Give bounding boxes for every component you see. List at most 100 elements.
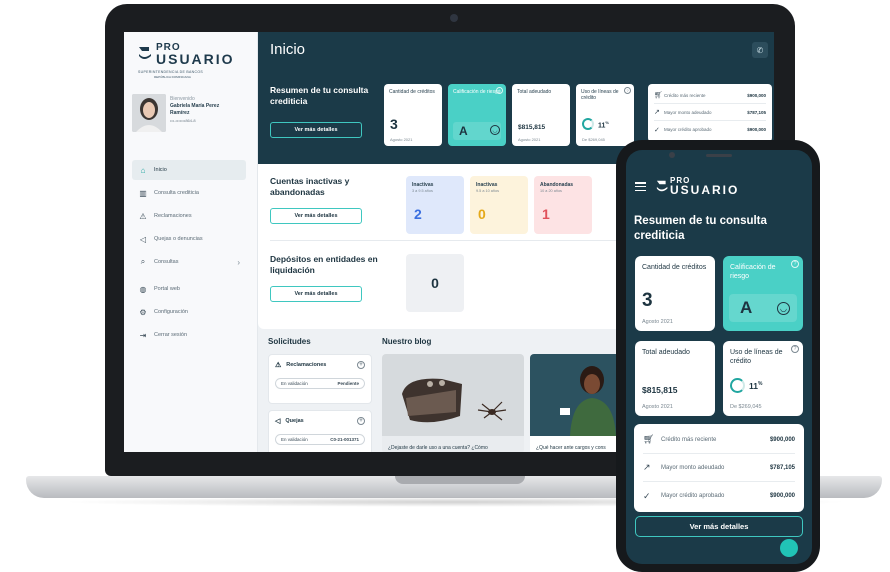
- help-icon[interactable]: ?: [791, 345, 799, 353]
- mobile-highlights-list: 🛒︎ Crédito más reciente $900,000 ↗ Mayor…: [634, 424, 804, 512]
- sidebar-item-configuracion[interactable]: ⚙ Configuración: [132, 302, 246, 322]
- sidebar-item-consultas[interactable]: ⌕ Consultas ›: [132, 252, 246, 272]
- logo-subtitle: SUPERINTENDENCIA DE BANCOS: [138, 70, 203, 74]
- debt-value: $815,815: [642, 385, 678, 395]
- logo-usuario-text: USUARIO: [670, 183, 740, 197]
- credits-value: 3: [642, 290, 653, 311]
- inactive-card-1[interactable]: Inactivas 3 a 9.5 años 2: [406, 176, 464, 234]
- sidebar-item-label: Consultas: [154, 259, 179, 265]
- requests-title: Solicitudes: [268, 337, 311, 346]
- megaphone-icon: ◁: [275, 418, 281, 425]
- sidebar-item-label: Consulta crediticia: [154, 190, 199, 196]
- request-status-pill: En validación C0-21-001371: [275, 434, 365, 445]
- search-icon: ⌕: [140, 257, 146, 266]
- sidebar-item-consulta-crediticia[interactable]: ▥ Consulta crediticia: [132, 183, 246, 203]
- help-icon[interactable]: ?: [496, 87, 503, 94]
- usage-ring-icon: [730, 378, 745, 393]
- mobile-summary-title: Resumen de tu consulta crediticia: [634, 215, 767, 242]
- laptop-notch: [395, 476, 525, 484]
- list-item[interactable]: ↗ Mayor monto adeudado $787,105: [654, 104, 766, 121]
- credits-card[interactable]: Cantidad de créditos 3 Agosto 2021: [384, 84, 442, 146]
- sidebar-item-reclamaciones[interactable]: ⚠ Reclamaciones: [132, 206, 246, 226]
- logo-subtitle-country: REPÚBLICA DOMINICANA: [154, 75, 191, 79]
- help-icon[interactable]: ?: [791, 260, 799, 268]
- phone-camera: [669, 152, 675, 158]
- add-icon[interactable]: +: [357, 361, 365, 369]
- credit-lines-label: Uso de líneas de crédito: [730, 349, 783, 365]
- abandoned-card[interactable]: Abandonadas 10 a 20 años 1: [534, 176, 592, 234]
- mobile-credit-lines-card[interactable]: ? Uso de líneas de crédito 11% De $269,0…: [723, 341, 803, 416]
- mobile-credits-card[interactable]: Cantidad de créditos 3 Agosto 2021: [635, 256, 715, 331]
- credit-lines-sub: De $269,045: [582, 137, 605, 142]
- smiley-icon: ◡: [777, 302, 790, 315]
- page-title: Inicio: [270, 41, 306, 58]
- sidebar-item-portal-web[interactable]: ◍ Portal web: [132, 279, 246, 299]
- sidebar-item-inicio[interactable]: ⌂ Inicio: [132, 160, 246, 180]
- avatar-photo: [132, 94, 166, 132]
- user-info: Bienvenido Gabriela María Perez Ramírez …: [170, 96, 219, 124]
- mobile-rating-card[interactable]: ? Calificación de riesgo A ◡: [723, 256, 803, 331]
- warning-icon: ⚠: [139, 211, 147, 221]
- request-card-quejas[interactable]: ◁ Quejas + En validación C0-21-001371: [268, 410, 372, 452]
- credit-lines-value: 11%: [598, 120, 609, 130]
- deposits-value[interactable]: 0: [406, 254, 464, 312]
- chevron-right-icon: ›: [237, 257, 240, 267]
- help-icon[interactable]: ?: [624, 87, 631, 94]
- smiley-icon: ◡: [490, 125, 500, 135]
- debt-date: Agosto 2021: [518, 137, 541, 142]
- user-name-line2: Ramírez: [170, 110, 190, 116]
- credits-label: Cantidad de créditos: [642, 264, 707, 271]
- blog-post-caption: ¿Qué hacer ante cargos y cons: [536, 445, 606, 451]
- credits-value: 3: [390, 116, 398, 132]
- sidebar-item-label: Cerrar sesión: [154, 332, 188, 338]
- rating-card[interactable]: ? Calificación de riesgo A ◡: [448, 84, 506, 146]
- debt-label: Total adeudado: [642, 349, 690, 356]
- credits-date: Agosto 2021: [642, 319, 673, 325]
- avatar[interactable]: [132, 94, 166, 132]
- credit-highlights-list: 🛒︎ Crédito más reciente $900,000 ↗ Mayor…: [648, 84, 772, 142]
- mobile-details-button[interactable]: Ver más detalles: [635, 516, 803, 537]
- bank-icon: ▥: [139, 188, 147, 198]
- hamburger-menu-icon[interactable]: [635, 182, 646, 191]
- credit-lines-value: 11%: [749, 381, 763, 391]
- blog-post-caption: ¿Dejaste de darle uso a una cuenta? ¿Cóm…: [388, 445, 488, 451]
- credit-lines-card[interactable]: ? Uso de líneas de crédito 11% De $269,0…: [576, 84, 634, 146]
- phone-icon[interactable]: ✆: [752, 42, 768, 58]
- debt-card[interactable]: Total adeudado $815,815 Agosto 2021: [512, 84, 570, 146]
- divider: [270, 240, 620, 241]
- user-cedula: •••-•••••••864-8: [170, 118, 196, 123]
- inactive-card-2[interactable]: Inactivas 9.5 a 10 años 0: [470, 176, 528, 234]
- mobile-debt-card[interactable]: Total adeudado $815,815 Agosto 2021: [635, 341, 715, 416]
- deposits-details-button[interactable]: Ver más detalles: [270, 286, 362, 302]
- list-item[interactable]: ✓ Mayor crédito aprobado $900,000: [654, 121, 766, 138]
- megaphone-icon: ◁: [139, 234, 147, 244]
- trend-icon: ↗: [643, 462, 651, 472]
- sidebar: PRO USUARIO SUPERINTENDENCIA DE BANCOS R…: [124, 32, 258, 452]
- inactive-title: Cuentas inactivas y abandonadas: [270, 176, 350, 197]
- summary-title: Resumen de tu consulta crediticia: [270, 85, 369, 106]
- chat-fab-icon[interactable]: [780, 539, 798, 557]
- list-item[interactable]: 🛒︎ Crédito más reciente $900,000: [643, 426, 795, 454]
- deposits-title: Depósitos en entidades en liquidación: [270, 254, 378, 275]
- list-item[interactable]: 🛒︎ Crédito más reciente $900,000: [654, 87, 766, 104]
- list-item[interactable]: ↗ Mayor monto adeudado $787,105: [643, 454, 795, 482]
- sidebar-item-quejas[interactable]: ◁ Quejas o denuncias: [132, 229, 246, 249]
- debt-date: Agosto 2021: [642, 404, 673, 410]
- list-item[interactable]: ✓ Mayor crédito aprobado $900,000: [643, 482, 795, 510]
- home-icon: ⌂: [140, 165, 146, 175]
- summary-details-button[interactable]: Ver más detalles: [270, 122, 362, 138]
- blog-post-1[interactable]: ¿Dejaste de darle uso a una cuenta? ¿Cóm…: [382, 354, 524, 452]
- rating-label: Calificación de riesgo: [453, 89, 501, 95]
- logo-usuario-text: USUARIO: [156, 51, 235, 67]
- add-icon[interactable]: +: [357, 417, 365, 425]
- credit-lines-sub: De $269,045: [730, 404, 762, 410]
- inactive-details-button[interactable]: Ver más detalles: [270, 208, 362, 224]
- sidebar-item-cerrar-sesion[interactable]: ⇥ Cerrar sesión: [132, 325, 246, 345]
- debt-label: Total adeudado: [517, 89, 552, 95]
- check-circle-icon: ✓: [643, 490, 651, 501]
- laptop-camera: [450, 14, 458, 22]
- credits-date: Agosto 2021: [390, 137, 413, 142]
- debt-value: $815,815: [518, 124, 546, 131]
- request-card-reclamaciones[interactable]: ⚠ Reclamaciones + En validación Pendient…: [268, 354, 372, 404]
- usage-ring-icon: [582, 118, 594, 130]
